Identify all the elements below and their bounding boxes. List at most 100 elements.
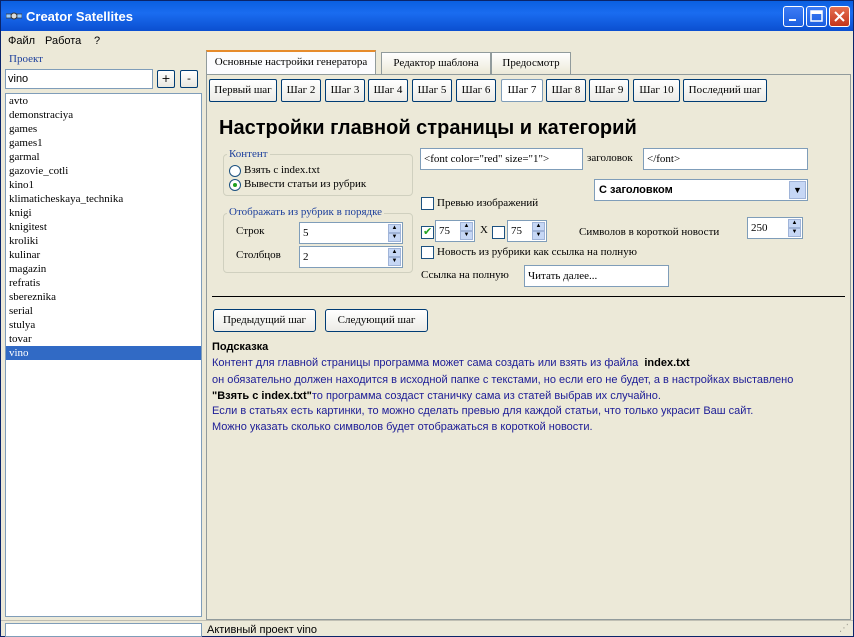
image-height-checkbox[interactable] bbox=[492, 226, 505, 239]
list-item[interactable]: refratis bbox=[6, 276, 201, 290]
menu-bar: Файл Работа ? bbox=[1, 32, 853, 50]
image-width-down-icon[interactable]: ▼ bbox=[460, 231, 473, 240]
close-button[interactable] bbox=[829, 6, 850, 27]
hint-line-1-text: Контент для главной страницы программа м… bbox=[212, 357, 639, 369]
step-2-button[interactable]: Шаг 2 bbox=[281, 79, 321, 102]
step-8-button[interactable]: Шаг 8 bbox=[546, 79, 586, 102]
divider bbox=[212, 296, 845, 297]
hint-line-2: он обязательно должен находится в исходн… bbox=[212, 374, 794, 386]
list-item[interactable]: kroliki bbox=[6, 234, 201, 248]
image-width-stepper[interactable]: 75 ▲ ▼ bbox=[435, 220, 475, 242]
menu-help[interactable]: ? bbox=[94, 35, 100, 47]
list-item[interactable]: klimaticheskaya_technika bbox=[6, 192, 201, 206]
tab-template-editor[interactable]: Редактор шаблона bbox=[381, 52, 491, 74]
hint-line-3-text: то программа создаст станичку сама из ст… bbox=[311, 390, 661, 402]
previous-step-button[interactable]: Предыдущий шаг bbox=[213, 309, 316, 332]
list-item[interactable]: games1 bbox=[6, 136, 201, 150]
image-width-up-icon[interactable]: ▲ bbox=[460, 222, 473, 231]
list-item[interactable]: gazovie_cotli bbox=[6, 164, 201, 178]
window-title: Creator Satellites bbox=[26, 9, 133, 24]
list-item[interactable]: garmal bbox=[6, 150, 201, 164]
radio-from-index-label: Взять с index.txt bbox=[244, 164, 320, 176]
image-height-down-icon[interactable]: ▼ bbox=[532, 231, 545, 240]
project-label: Проект bbox=[9, 53, 43, 65]
list-item[interactable]: stulya bbox=[6, 318, 201, 332]
short-news-down-icon[interactable]: ▼ bbox=[788, 228, 801, 237]
resize-grip-icon[interactable]: ⋰ bbox=[839, 624, 851, 636]
header-label: заголовок bbox=[587, 152, 633, 164]
list-item[interactable]: serial bbox=[6, 304, 201, 318]
list-item-selected[interactable]: vino bbox=[6, 346, 201, 360]
image-height-up-icon[interactable]: ▲ bbox=[532, 222, 545, 231]
list-item[interactable]: knigi bbox=[6, 206, 201, 220]
rows-value: 5 bbox=[303, 227, 309, 239]
news-as-link-checkbox[interactable] bbox=[421, 246, 434, 259]
rows-down-icon[interactable]: ▼ bbox=[388, 233, 401, 242]
list-item[interactable]: sbereznika bbox=[6, 290, 201, 304]
step-3-button[interactable]: Шаг 3 bbox=[325, 79, 365, 102]
list-item[interactable]: avto bbox=[6, 94, 201, 108]
remove-project-button[interactable]: - bbox=[180, 70, 198, 88]
cols-value: 2 bbox=[303, 251, 309, 263]
satellite-icon bbox=[6, 12, 22, 20]
minimize-button[interactable] bbox=[783, 6, 804, 27]
hint-line-5: Можно указать сколько символов будет ото… bbox=[212, 421, 593, 433]
add-project-button[interactable]: + bbox=[157, 70, 175, 88]
header-open-tag-input[interactable]: <font color="red" size="1"> bbox=[420, 148, 583, 170]
step-last-button[interactable]: Последний шаг bbox=[683, 79, 767, 102]
step-7-button[interactable]: Шаг 7 bbox=[501, 79, 543, 102]
project-list[interactable]: avto demonstraciya games games1 garmal g… bbox=[5, 93, 202, 617]
maximize-button[interactable] bbox=[806, 6, 827, 27]
tab-main-settings[interactable]: Основные настройки генератора bbox=[206, 50, 376, 74]
rubric-order-label: Отображать из рубрик в порядке bbox=[227, 206, 385, 218]
short-news-value: 250 bbox=[751, 222, 768, 234]
header-mode-select[interactable]: С заголовком ▼ bbox=[594, 179, 808, 201]
step-5-button[interactable]: Шаг 5 bbox=[412, 79, 452, 102]
short-news-up-icon[interactable]: ▲ bbox=[788, 219, 801, 228]
short-news-label: Символов в короткой новости bbox=[579, 226, 720, 238]
menu-file[interactable]: Файл bbox=[8, 35, 35, 47]
header-close-tag-input[interactable]: </font> bbox=[643, 148, 808, 170]
status-left-panel bbox=[5, 623, 202, 637]
status-text: Активный проект vino bbox=[207, 624, 317, 636]
list-item[interactable]: knigitest bbox=[6, 220, 201, 234]
radio-from-rubrics[interactable] bbox=[229, 179, 241, 191]
step-4-button[interactable]: Шаг 4 bbox=[368, 79, 408, 102]
cols-stepper[interactable]: 2 ▲ ▼ bbox=[299, 246, 403, 268]
list-item[interactable]: demonstraciya bbox=[6, 108, 201, 122]
close-icon bbox=[834, 11, 845, 22]
image-height-value: 75 bbox=[511, 225, 522, 237]
rows-stepper[interactable]: 5 ▲ ▼ bbox=[299, 222, 403, 244]
list-item[interactable]: tovar bbox=[6, 332, 201, 346]
image-height-stepper[interactable]: 75 ▲ ▼ bbox=[507, 220, 547, 242]
list-item[interactable]: kulinar bbox=[6, 248, 201, 262]
next-step-button[interactable]: Следующий шаг bbox=[325, 309, 428, 332]
title-bar: Creator Satellites bbox=[1, 1, 853, 31]
list-item[interactable]: games bbox=[6, 122, 201, 136]
list-item[interactable]: kino1 bbox=[6, 178, 201, 192]
tab-preview[interactable]: Предосмотр bbox=[491, 52, 571, 74]
full-link-input[interactable]: Читать далее... bbox=[524, 265, 669, 287]
menu-work[interactable]: Работа bbox=[45, 35, 81, 47]
step-6-button[interactable]: Шаг 6 bbox=[456, 79, 496, 102]
preview-images-checkbox[interactable] bbox=[421, 197, 434, 210]
step-first-button[interactable]: Первый шаг bbox=[209, 79, 277, 102]
minimize-icon bbox=[789, 19, 796, 21]
radio-from-rubrics-label: Вывести статьи из рубрик bbox=[244, 178, 367, 190]
radio-from-index[interactable] bbox=[229, 165, 241, 177]
content-group-label: Контент bbox=[227, 148, 270, 160]
cols-up-icon[interactable]: ▲ bbox=[388, 248, 401, 257]
rows-label: Строк bbox=[236, 225, 265, 237]
rows-up-icon[interactable]: ▲ bbox=[388, 224, 401, 233]
short-news-stepper[interactable]: 250 ▲ ▼ bbox=[747, 217, 803, 239]
preview-images-label: Превью изображений bbox=[437, 197, 539, 209]
image-width-checkbox[interactable] bbox=[421, 225, 434, 239]
project-name-input[interactable]: vino bbox=[5, 69, 153, 89]
list-item[interactable]: magazin bbox=[6, 262, 201, 276]
app-window: Creator Satellites Файл Работа ? Проект … bbox=[0, 0, 854, 637]
step-9-button[interactable]: Шаг 9 bbox=[589, 79, 629, 102]
chevron-down-icon[interactable]: ▼ bbox=[789, 181, 806, 199]
step-10-button[interactable]: Шаг 10 bbox=[633, 79, 680, 102]
cols-down-icon[interactable]: ▼ bbox=[388, 257, 401, 266]
cols-label: Столбцов bbox=[236, 249, 281, 261]
